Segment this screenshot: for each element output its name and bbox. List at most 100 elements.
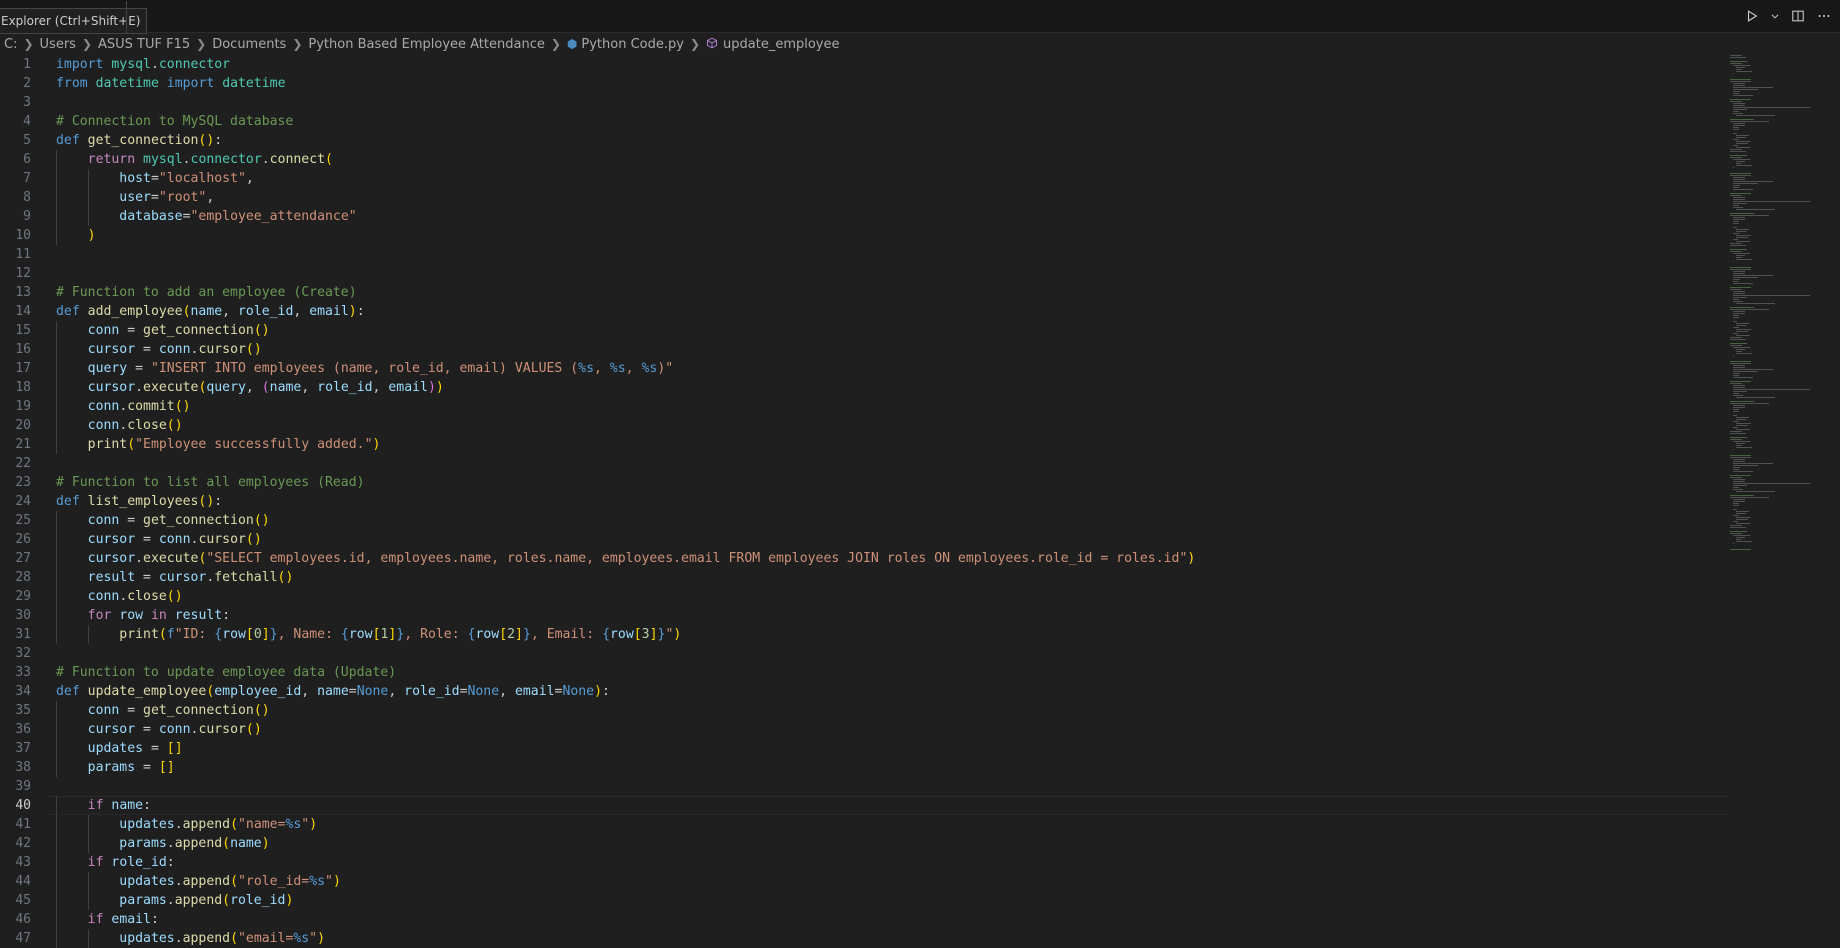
code-text[interactable]: cursor = conn.cursor() [56, 530, 262, 549]
code-line[interactable]: 24 def list_employees(): [0, 492, 1725, 511]
code-line[interactable]: 10 ) [0, 226, 1725, 245]
code-line[interactable]: 33 # Function to update employee data (Up… [0, 663, 1725, 682]
line-number[interactable]: 47 [0, 929, 31, 948]
code-text[interactable]: if email: [56, 910, 159, 929]
code-line[interactable]: 21 print("Employee successfully added.") [0, 435, 1725, 454]
play-icon[interactable] [1744, 8, 1760, 24]
line-number[interactable]: 4 [0, 112, 31, 131]
code-line[interactable]: 17 query = "INSERT INTO employees (name,… [0, 359, 1725, 378]
line-number[interactable]: 29 [0, 587, 31, 606]
line-number[interactable]: 14 [0, 302, 31, 321]
line-number[interactable]: 13 [0, 283, 31, 302]
code-text[interactable]: from datetime import datetime [56, 74, 285, 93]
code-line[interactable]: 12 [0, 264, 1725, 283]
code-line[interactable]: 29 conn.close() [0, 587, 1725, 606]
line-number[interactable]: 1 [0, 55, 31, 74]
code-text[interactable]: conn = get_connection() [56, 701, 270, 720]
code-line[interactable]: 32 [0, 644, 1725, 663]
line-number[interactable]: 45 [0, 891, 31, 910]
code-line[interactable]: 23 # Function to list all employees (Read… [0, 473, 1725, 492]
code-line[interactable]: 6 return mysql.connector.connect( [0, 150, 1725, 169]
code-text[interactable]: cursor.execute(query, (name, role_id, em… [56, 378, 444, 397]
code-text[interactable]: return mysql.connector.connect( [56, 150, 333, 169]
code-text[interactable]: def add_employee(name, role_id, email): [56, 302, 365, 321]
line-number[interactable]: 39 [0, 777, 31, 796]
code-text[interactable]: def update_employee(employee_id, name=No… [56, 682, 610, 701]
code-line[interactable]: 36 cursor = conn.cursor() [0, 720, 1725, 739]
code-line[interactable]: 31 print(f"ID: {row[0]}, Name: {row[1]},… [0, 625, 1725, 644]
code-line[interactable]: 25 conn = get_connection() [0, 511, 1725, 530]
code-text[interactable]: updates = [] [56, 739, 183, 758]
code-line[interactable]: 43 if role_id: [0, 853, 1725, 872]
code-text[interactable]: database="employee_attendance" [56, 207, 356, 226]
code-line[interactable]: 44 updates.append("role_id=%s") [0, 872, 1725, 891]
code-line[interactable]: 13 # Function to add an employee (Create) [0, 283, 1725, 302]
code-text[interactable]: ) [56, 226, 96, 245]
line-number[interactable]: 9 [0, 207, 31, 226]
line-number[interactable]: 12 [0, 264, 31, 283]
code-line[interactable]: 35 conn = get_connection() [0, 701, 1725, 720]
line-number[interactable]: 26 [0, 530, 31, 549]
breadcrumb-drive[interactable]: C: [4, 34, 17, 56]
line-number[interactable]: 30 [0, 606, 31, 625]
code-text[interactable]: if name: [56, 796, 151, 815]
code-text[interactable]: cursor.execute("SELECT employees.id, emp… [56, 549, 1196, 568]
line-number[interactable]: 2 [0, 74, 31, 93]
line-number[interactable]: 25 [0, 511, 31, 530]
line-number[interactable]: 40 [0, 796, 31, 815]
code-line[interactable]: 27 cursor.execute("SELECT employees.id, … [0, 549, 1725, 568]
breadcrumb-user-folder[interactable]: ASUS TUF F15 [98, 34, 190, 56]
code-line[interactable]: 40 if name: [0, 796, 1728, 815]
line-number[interactable]: 46 [0, 910, 31, 929]
code-line[interactable]: 39 [0, 777, 1725, 796]
line-number[interactable]: 21 [0, 435, 31, 454]
line-number[interactable]: 16 [0, 340, 31, 359]
code-text[interactable]: params = [] [56, 758, 175, 777]
line-number[interactable]: 36 [0, 720, 31, 739]
line-number[interactable]: 27 [0, 549, 31, 568]
line-number[interactable]: 41 [0, 815, 31, 834]
code-line[interactable]: 15 conn = get_connection() [0, 321, 1725, 340]
breadcrumb-project-folder[interactable]: Python Based Employee Attendance [308, 34, 544, 56]
line-number[interactable]: 24 [0, 492, 31, 511]
code-line[interactable]: 34 def update_employee(employee_id, name=… [0, 682, 1725, 701]
line-number[interactable]: 17 [0, 359, 31, 378]
code-line[interactable]: 28 result = cursor.fetchall() [0, 568, 1725, 587]
line-number[interactable]: 22 [0, 454, 31, 473]
code-text[interactable]: if role_id: [56, 853, 175, 872]
code-text[interactable]: # Function to list all employees (Read) [56, 473, 365, 492]
line-number[interactable]: 23 [0, 473, 31, 492]
line-number[interactable]: 43 [0, 853, 31, 872]
breadcrumb-file[interactable]: Python Code.py [581, 34, 684, 56]
line-number[interactable]: 38 [0, 758, 31, 777]
chevron-down-icon[interactable] [1770, 8, 1780, 24]
line-number[interactable]: 3 [0, 93, 31, 112]
code-line[interactable]: 41 updates.append("name=%s") [0, 815, 1725, 834]
line-number[interactable]: 42 [0, 834, 31, 853]
split-editor-icon[interactable] [1790, 8, 1806, 24]
code-line[interactable]: 45 params.append(role_id) [0, 891, 1725, 910]
breadcrumb-documents[interactable]: Documents [212, 34, 286, 56]
code-text[interactable]: print(f"ID: {row[0]}, Name: {row[1]}, Ro… [56, 625, 681, 644]
code-line[interactable]: 37 updates = [] [0, 739, 1725, 758]
code-line[interactable]: 26 cursor = conn.cursor() [0, 530, 1725, 549]
code-text[interactable]: cursor = conn.cursor() [56, 340, 262, 359]
code-line[interactable]: 7 host="localhost", [0, 169, 1725, 188]
code-line[interactable]: 9 database="employee_attendance" [0, 207, 1725, 226]
code-line[interactable]: 16 cursor = conn.cursor() [0, 340, 1725, 359]
line-number[interactable]: 18 [0, 378, 31, 397]
code-line[interactable]: 2 from datetime import datetime [0, 74, 1725, 93]
line-number[interactable]: 20 [0, 416, 31, 435]
code-text[interactable]: # Connection to MySQL database [56, 112, 293, 131]
code-text[interactable]: def get_connection(): [56, 131, 222, 150]
breadcrumb-symbol[interactable]: update_employee [723, 34, 839, 56]
line-number[interactable]: 15 [0, 321, 31, 340]
line-number[interactable]: 6 [0, 150, 31, 169]
code-line[interactable]: 19 conn.commit() [0, 397, 1725, 416]
ellipsis-icon[interactable] [1816, 8, 1832, 24]
code-text[interactable]: import mysql.connector [56, 55, 230, 74]
line-number[interactable]: 37 [0, 739, 31, 758]
line-number[interactable]: 33 [0, 663, 31, 682]
code-line[interactable]: 1 import mysql.connector [0, 55, 1725, 74]
code-editor[interactable]: 1 import mysql.connector 2 from datetime im… [0, 55, 1728, 948]
